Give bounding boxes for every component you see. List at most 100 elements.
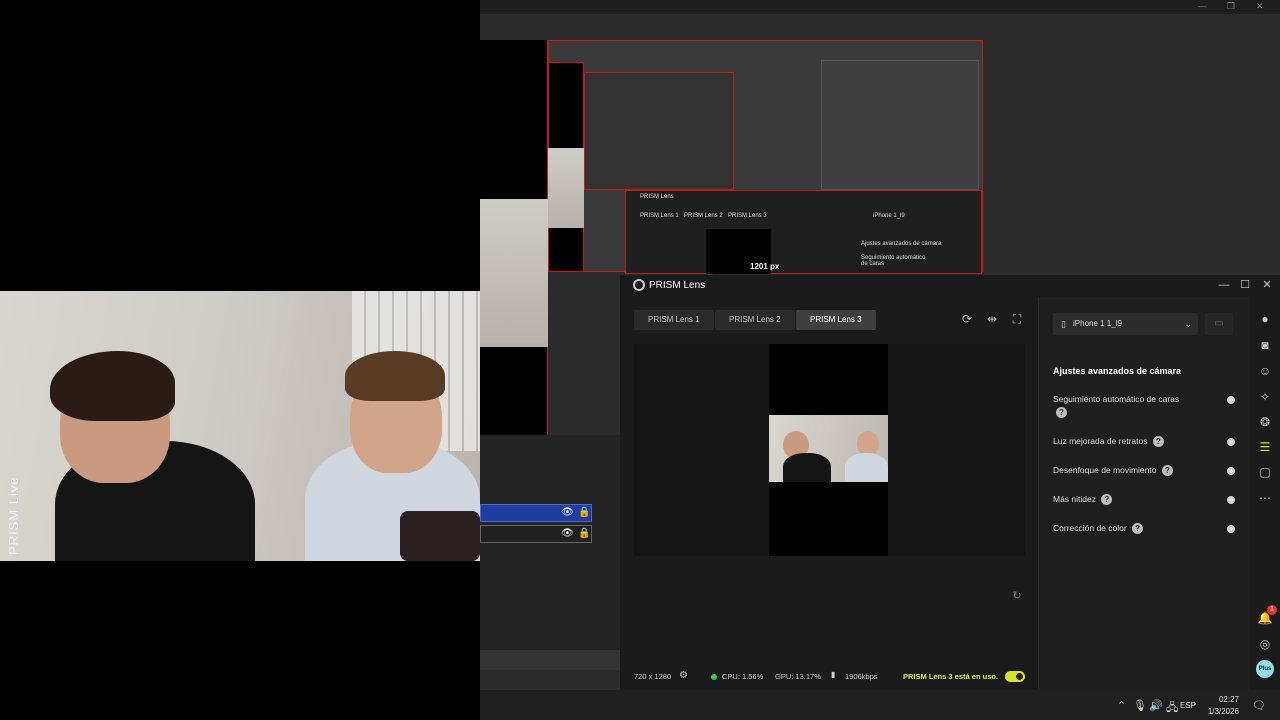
bitrate: 1906kbps bbox=[845, 672, 878, 681]
lens-preview-area bbox=[634, 344, 1025, 556]
setting-label: Seguimiento automático de caras bbox=[1053, 394, 1180, 404]
setting-toggle-face-tracking[interactable] bbox=[1227, 396, 1235, 404]
window-title: PRISM Lens bbox=[649, 280, 706, 291]
lens-settings-panel: ▯ iPhone 1 1_l9 ⌄ ▭ Ajustes avanzados de… bbox=[1038, 297, 1250, 690]
lens-in-use-toggle[interactable] bbox=[1005, 671, 1025, 682]
background-bag bbox=[400, 511, 480, 561]
volume-icon[interactable]: 🔊 bbox=[1149, 699, 1163, 712]
recursive-camera-thumbnail-small bbox=[548, 148, 584, 228]
mini-lens-device: iPhone 1_l9 bbox=[873, 213, 905, 219]
network-icon[interactable]: 🖧 bbox=[1166, 699, 1178, 718]
video-camera-icon: ▭ bbox=[1214, 318, 1224, 329]
person-right-hair bbox=[345, 351, 445, 401]
lens-side-rail: ● ◙ ☺ ✧ ❂ ☰ ▢ ⋯ 🔔 1 ◎ Plus bbox=[1250, 297, 1280, 690]
settings-gear-icon[interactable]: ⚙ bbox=[679, 670, 688, 681]
restore-icon[interactable]: ❐ bbox=[1227, 1, 1235, 12]
clock-time[interactable]: 02:27 bbox=[1219, 695, 1239, 704]
frame-icon[interactable]: ▢ bbox=[1257, 464, 1273, 480]
tab-prism-lens-1[interactable]: PRISM Lens 1 bbox=[634, 310, 714, 330]
effects-icon[interactable]: ❂ bbox=[1257, 414, 1273, 430]
setting-toggle-portrait-light[interactable] bbox=[1227, 438, 1235, 446]
rotate-icon[interactable]: ⟳ bbox=[959, 311, 975, 327]
prism-icon[interactable]: ◎ bbox=[1257, 636, 1273, 652]
recursive-prism-lens-window: PRISM Lens PRISM Lens 1 PRISM Lens 2 PRI… bbox=[625, 190, 982, 274]
camera-button[interactable]: ▭ bbox=[1205, 313, 1233, 335]
setting-color-correction[interactable]: Corrección de color ? bbox=[1053, 522, 1243, 535]
setting-toggle-color-correction[interactable] bbox=[1227, 525, 1235, 533]
setting-portrait-light[interactable]: Luz mejorada de retratos ? bbox=[1053, 435, 1243, 448]
mirror-icon[interactable]: ⇹ bbox=[984, 311, 1000, 327]
person-icon[interactable]: ◙ bbox=[1257, 337, 1273, 353]
profile-icon[interactable]: ● bbox=[1257, 311, 1273, 327]
setting-label: Desenfoque de movimiento bbox=[1053, 465, 1157, 475]
close-icon[interactable]: ✕ bbox=[1260, 278, 1274, 292]
lens-titlebar: PRISM Lens — ☐ ✕ bbox=[620, 275, 1280, 297]
microphone-icon[interactable]: 🎙 bbox=[1133, 699, 1147, 712]
notification-badge: 1 bbox=[1267, 605, 1277, 615]
minimize-icon[interactable]: — bbox=[1217, 278, 1231, 292]
mini-lens-setting: Seguimiento automático de caras bbox=[861, 255, 926, 267]
setting-label: Más nitidez bbox=[1053, 494, 1096, 504]
mini-lens-tab-2: PRISM Lens 2 bbox=[684, 213, 723, 219]
gpu-usage: GPU: 13.17% bbox=[775, 672, 821, 681]
source-row[interactable]: 👁 🔒 bbox=[480, 525, 592, 543]
chevron-down-icon: ⌄ bbox=[1184, 319, 1192, 329]
help-icon[interactable]: ? bbox=[1161, 465, 1173, 477]
help-icon[interactable]: ? bbox=[1101, 494, 1113, 506]
setting-motion-blur[interactable]: Desenfoque de movimiento ? bbox=[1053, 464, 1243, 477]
windows-taskbar: ⌃ 🎙 🔊 🖧 ESP 02:27 1/3/2026 🗨 bbox=[480, 690, 1280, 720]
setting-label: Luz mejorada de retratos bbox=[1053, 436, 1148, 446]
mini-lens-tab-1: PRISM Lens 1 bbox=[640, 213, 679, 219]
mini-lens-title: PRISM Lens bbox=[640, 194, 674, 200]
eye-icon[interactable]: 👁 bbox=[561, 528, 574, 539]
phone-icon: ▯ bbox=[1061, 319, 1066, 329]
lens-status-bar: 720 x 1280 ⚙ CPU: 1.56% GPU: 13.17% ▮ 19… bbox=[620, 663, 1038, 690]
setting-toggle-motion-blur[interactable] bbox=[1227, 467, 1235, 475]
person-left-hair bbox=[50, 351, 175, 421]
camera-video-feed bbox=[0, 291, 480, 561]
help-icon[interactable]: ? bbox=[1132, 523, 1144, 535]
language-indicator[interactable]: ESP bbox=[1180, 701, 1196, 710]
maximize-icon[interactable]: ☐ bbox=[1238, 278, 1252, 292]
lens-main-panel: PRISM Lens 1 PRISM Lens 2 PRISM Lens 3 ⟳… bbox=[620, 297, 1038, 690]
source-row[interactable]: 👁 🔒 bbox=[480, 504, 592, 522]
close-icon[interactable]: ✕ bbox=[1256, 1, 1264, 12]
face-icon[interactable]: ☺ bbox=[1257, 363, 1273, 379]
recursive-camera-thumbnail bbox=[480, 199, 548, 347]
lock-icon[interactable]: 🔒 bbox=[578, 507, 590, 518]
desktop-sources-panel: 👁 🔒 👁 🔒 bbox=[480, 435, 620, 650]
device-selected-value: iPhone 1 1_l9 bbox=[1073, 319, 1122, 328]
clock-date[interactable]: 1/3/2026 bbox=[1208, 707, 1239, 716]
cpu-status-dot bbox=[711, 674, 717, 680]
help-icon[interactable]: ? bbox=[1152, 436, 1164, 448]
magic-wand-icon[interactable]: ✧ bbox=[1257, 389, 1273, 405]
in-use-status: PRISM Lens 3 está en uso. bbox=[903, 672, 999, 681]
output-resolution: 720 x 1280 bbox=[634, 672, 672, 681]
more-icon[interactable]: ⋯ bbox=[1257, 490, 1273, 506]
mini-lens-tab-3: PRISM Lens 3 bbox=[728, 213, 767, 219]
recursive-capture-window bbox=[584, 72, 734, 190]
tab-prism-lens-3[interactable]: PRISM Lens 3 bbox=[796, 310, 876, 330]
mini-resolution-label: 1201 px bbox=[750, 262, 780, 271]
setting-face-tracking[interactable]: Seguimiento automático de caras ? bbox=[1053, 393, 1193, 419]
setting-sharpness[interactable]: Más nitidez ? bbox=[1053, 493, 1243, 506]
preview-camera-feed bbox=[769, 415, 888, 482]
mini-lens-heading: Ajustes avanzados de cámara bbox=[861, 241, 942, 247]
fit-screen-icon[interactable]: ⛶ bbox=[1009, 311, 1025, 327]
desktop-bottom-bar bbox=[480, 650, 620, 670]
device-select[interactable]: ▯ iPhone 1 1_l9 ⌄ bbox=[1053, 313, 1198, 335]
plus-button[interactable]: Plus bbox=[1256, 660, 1274, 678]
refresh-icon[interactable]: ↻ bbox=[1010, 589, 1024, 603]
chevron-up-icon[interactable]: ⌃ bbox=[1117, 699, 1126, 712]
help-icon[interactable]: ? bbox=[1056, 407, 1067, 419]
notifications-icon[interactable]: 🗨 bbox=[1252, 699, 1266, 712]
tab-prism-lens-2[interactable]: PRISM Lens 2 bbox=[715, 310, 795, 330]
minimize-icon[interactable]: — bbox=[1198, 1, 1207, 11]
prism-lens-window: PRISM Lens — ☐ ✕ PRISM Lens 1 PRISM Lens… bbox=[620, 275, 1280, 690]
setting-label: Corrección de color bbox=[1053, 523, 1127, 533]
setting-toggle-sharpness[interactable] bbox=[1227, 496, 1235, 504]
adjustments-icon[interactable]: ☰ bbox=[1257, 439, 1273, 455]
lock-icon[interactable]: 🔒 bbox=[578, 528, 590, 539]
preview-person-left-body bbox=[783, 453, 831, 482]
eye-icon[interactable]: 👁 bbox=[561, 507, 574, 518]
